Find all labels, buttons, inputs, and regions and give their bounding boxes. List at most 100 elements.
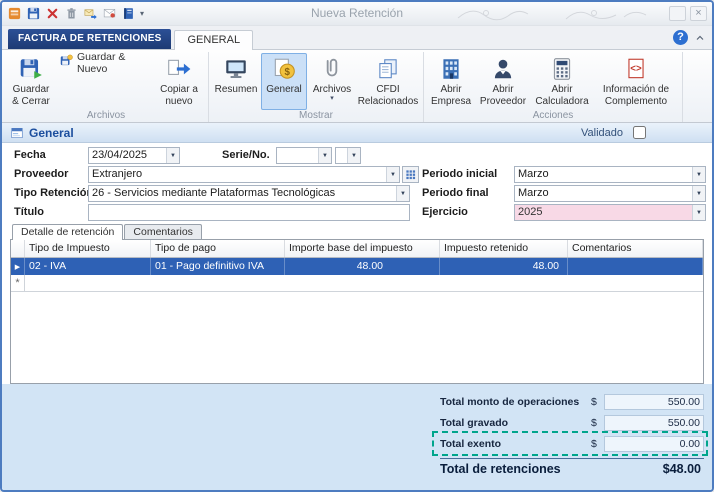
section-header-general: General Validado [2,123,712,143]
grid-header-importe-base[interactable]: Importe base del impuesto [285,240,440,257]
group-label-mostrar: Mostrar [299,110,333,121]
copy-to-new-icon [166,55,192,83]
grid-new-row[interactable]: * [11,275,703,292]
ledger-icon[interactable] [121,6,136,21]
serie-label: Serie/No. [222,149,270,161]
ejercicio-combo[interactable]: 2025 ▼ [514,204,706,221]
resumen-button[interactable]: Resumen [213,53,259,110]
titulo-label: Título [14,206,44,218]
grid-header-row: Tipo de Impuesto Tipo de pago Importe ba… [11,240,703,258]
ribbon-tab-row: FACTURA DE RETENCIONES GENERAL ? [2,26,712,50]
fecha-datepicker[interactable]: 23/04/2025 ▼ [88,147,180,164]
total-exento-value: 0.00 [604,435,704,452]
grid-header-tipo-impuesto[interactable]: Tipo de Impuesto [25,240,151,257]
cell-tipo-pago[interactable]: 01 - Pago definitivo IVA [151,258,285,275]
tab-detalle-de-retencion[interactable]: Detalle de retención [12,224,124,240]
grid-header-impuesto-retenido[interactable]: Impuesto retenido [440,240,568,257]
guardar-cerrar-button[interactable]: Guardar & Cerrar [8,53,54,110]
dropdown-icon[interactable]: ▼ [692,186,705,201]
periodo-final-value: Marzo [518,187,549,199]
proveedor-lookup-button[interactable] [402,166,419,183]
total-monto-operaciones-label: Total monto de operaciones [440,395,580,408]
total-gravado-label: Total gravado [440,416,509,429]
abrir-calculadora-button[interactable]: Abrir Calculadora [532,53,592,110]
grid-header-tipo-pago[interactable]: Tipo de pago [151,240,285,257]
archivos-button[interactable]: Archivos ▾ [309,53,355,110]
collapse-ribbon-icon[interactable] [694,32,706,44]
section-title: General [29,125,74,140]
totals-panel: Total monto de operaciones $ 550.00 Tota… [2,384,712,490]
titulo-input[interactable] [88,204,410,221]
detail-tabstrip: Detalle de retención Comentarios [10,223,704,240]
copiar-a-nuevo-button[interactable]: Copiar a nuevo [154,53,204,110]
app-window: ▾ Nueva Retención × FACTURA DE RETENCION… [0,0,714,492]
dropdown-icon[interactable]: ▼ [347,148,360,163]
cell-tipo-impuesto[interactable]: 02 - IVA [25,258,151,275]
informacion-complemento-button[interactable]: <> Información de Complemento [594,53,678,110]
app-icon[interactable] [7,6,22,21]
periodo-final-combo[interactable]: Marzo ▼ [514,185,706,202]
cell-impuesto-retenido[interactable]: 48.00 [440,258,568,275]
archivos-dropdown-icon[interactable]: ▾ [330,95,334,102]
cell-comentarios[interactable] [568,258,703,275]
group-label-acciones: Acciones [532,110,574,121]
dropdown-icon[interactable]: ▼ [166,148,179,163]
periodo-inicial-value: Marzo [518,168,549,180]
ribbon-group-acciones: Abrir Empresa Abrir Proveedor Abrir Calc… [424,52,683,122]
tab-general[interactable]: GENERAL [174,30,254,50]
guardar-nuevo-button[interactable]: Guardar & Nuevo [56,51,152,75]
abrir-proveedor-label: Abrir Proveedor [479,84,527,107]
save-new-icon [59,54,73,71]
close-button[interactable]: × [690,6,707,21]
numero-combo[interactable]: ▼ [335,147,361,164]
serie-combo[interactable]: ▼ [276,147,332,164]
ribbon-group-mostrar: Resumen $ General Archivos ▾ CFDI Relaci… [209,52,424,122]
grid-header-comentarios[interactable]: Comentarios [568,240,703,257]
related-documents-icon [375,55,401,83]
periodo-inicial-combo[interactable]: Marzo ▼ [514,166,706,183]
save-icon[interactable] [26,6,41,21]
ejercicio-value: 2025 [518,206,543,218]
abrir-proveedor-button[interactable]: Abrir Proveedor [476,53,530,110]
abrir-empresa-button[interactable]: Abrir Empresa [428,53,474,110]
table-row[interactable]: ▶ 02 - IVA 01 - Pago definitivo IVA 48.0… [11,258,703,275]
proveedor-label: Proveedor [14,168,69,180]
tipo-retencion-label: Tipo Retención [14,187,94,199]
total-retenciones-row: Total de retenciones $48.00 [440,458,704,476]
delete-icon[interactable] [45,6,60,21]
cfdi-relacionados-button[interactable]: CFDI Relacionados [357,53,419,110]
general-button[interactable]: $ General [261,53,307,110]
total-exento-row: Total exento $ 0.00 [440,433,704,454]
total-monto-operaciones-value: 550.00 [604,393,704,410]
dropdown-icon[interactable]: ▼ [386,167,399,182]
help-icon[interactable]: ? [673,30,688,45]
currency-symbol: $ [591,437,597,450]
trash-icon[interactable] [64,6,79,21]
fecha-label: Fecha [14,149,46,161]
validado-checkbox[interactable] [633,126,646,139]
cell-importe-base[interactable]: 48.00 [285,258,440,275]
mail-icon[interactable] [102,6,117,21]
dropdown-icon[interactable]: ▼ [692,205,705,220]
dropdown-icon[interactable]: ▼ [396,186,409,201]
currency-symbol: $ [591,395,597,408]
quick-access-toolbar: ▾ [7,6,144,21]
tab-factura-de-retenciones[interactable]: FACTURA DE RETENCIONES [8,29,172,49]
paperclip-icon [319,55,345,83]
tipo-retencion-combo[interactable]: 26 - Servicios mediante Plataformas Tecn… [88,185,410,202]
new-row-indicator-icon: * [11,275,25,291]
serie-value [277,148,318,163]
maximize-button[interactable] [669,6,686,21]
cfdi-relacionados-label: CFDI Relacionados [357,84,419,107]
proveedor-combo[interactable]: Extranjero ▼ [88,166,400,183]
dropdown-icon[interactable]: ▼ [318,148,331,163]
form-fields: Fecha 23/04/2025 ▼ Serie/No. ▼ ▼ Proveed… [2,143,712,223]
archivos-label: Archivos [312,84,352,95]
send-icon[interactable] [83,6,98,21]
toolbar-options-icon[interactable]: ▾ [140,6,144,21]
validado-label: Validado [581,126,623,139]
tab-comentarios[interactable]: Comentarios [124,224,202,239]
dropdown-icon[interactable]: ▼ [692,167,705,182]
window-controls: × [669,6,707,21]
row-indicator-icon: ▶ [11,258,25,275]
